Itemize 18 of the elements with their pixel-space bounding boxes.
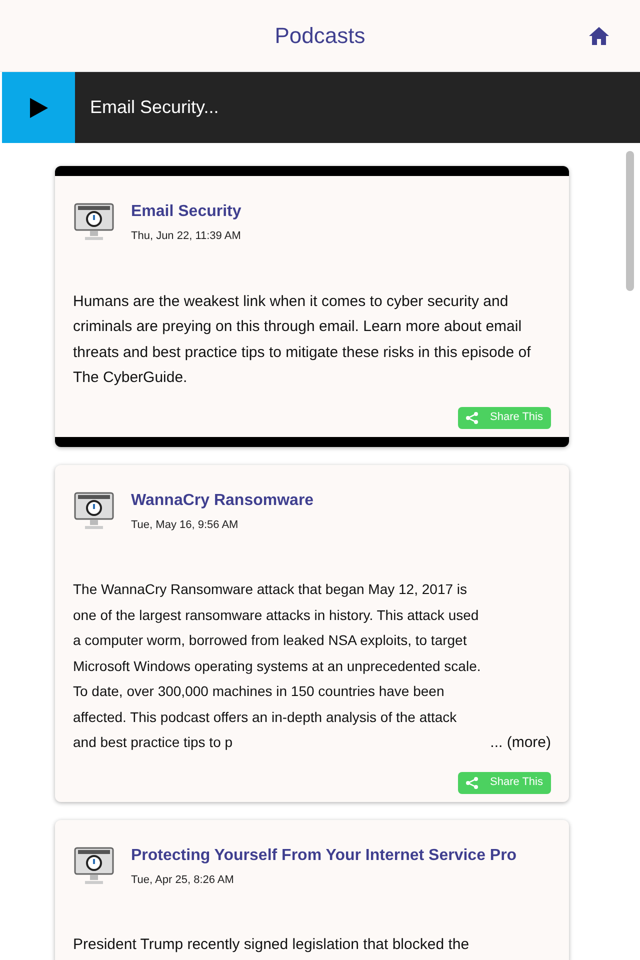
share-icon [466,776,478,788]
episode-description: The WannaCry Ransomware attack that began May 12, 2017 is one of the largest ransomware attacks in history. This attack used a computer worm, borrowed from leaked NSA exploits, to target Microsoft Windows operating systems at an unprecedented scale. To date, over 300,000 machines in 150 countries have been affected. This podcast offers an in-depth analysis of the attack and best practice tips to p [73,580,482,752]
more-link[interactable]: ... (more) [490,730,551,756]
play-button[interactable] [2,72,75,143]
scrollbar-thumb[interactable] [626,151,634,291]
share-icon [466,412,478,424]
episode-title[interactable]: WannaCry Ransomware [131,488,551,512]
home-icon[interactable] [588,26,610,46]
episode-title[interactable]: Email Security [131,200,551,224]
episode-description: Humans are the weakest link when it comes to cyber security and criminals are preying on this through email. Learn more about email threats and best practice tips to mitigate these risks in this episode of The CyberGuide. [73,292,532,388]
episode-date: Tue, Apr 25, 8:26 AM [131,872,235,888]
now-playing-title: Email Security... [90,96,219,119]
episode-description: President Trump recently signed legislation that blocked the [73,935,470,955]
page-title: Podcasts [274,22,366,50]
play-icon [28,96,48,118]
episode-title[interactable]: Protecting Yourself From Your Internet Service Pro [131,844,551,868]
episode-date: Thu, Jun 22, 11:39 AM [131,229,242,244]
episode-date: Tue, May 16, 9:56 AM [131,518,240,532]
